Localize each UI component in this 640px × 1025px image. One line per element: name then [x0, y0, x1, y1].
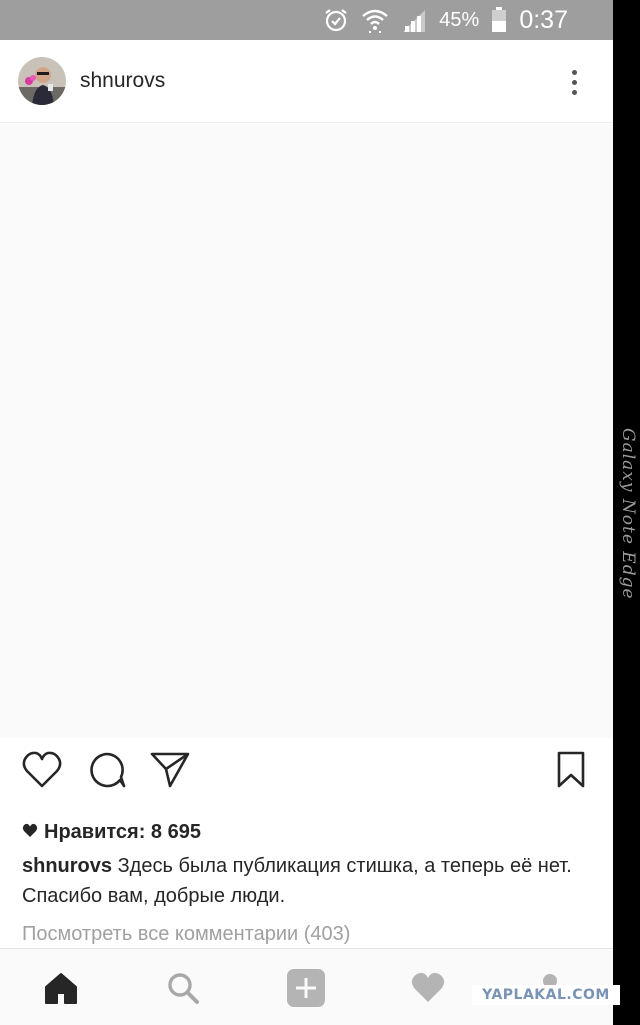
clock: 0:37: [519, 5, 568, 34]
small-heart-icon: [22, 821, 38, 844]
home-icon[interactable]: [38, 965, 84, 1011]
edge-panel-label: Galaxy Note Edge: [618, 428, 638, 600]
bookmark-icon[interactable]: [556, 750, 586, 795]
signal-icon: [401, 8, 427, 32]
avatar[interactable]: [18, 57, 66, 105]
post-caption: shnurovs Здесь была публикация стишка, а…: [22, 851, 592, 911]
caption-username[interactable]: shnurovs: [22, 855, 112, 877]
likes-text: Нравится: 8 695: [44, 821, 201, 843]
battery-percent: 45%: [439, 8, 480, 31]
post-header: shnurovs: [0, 40, 613, 123]
add-post-icon[interactable]: [283, 965, 329, 1011]
dot: [571, 79, 577, 85]
status-bar: 45% 0:37: [0, 0, 613, 40]
post-actions: [0, 750, 613, 798]
wifi-icon: [361, 7, 389, 33]
post-username[interactable]: shnurovs: [80, 69, 165, 93]
likes-count[interactable]: Нравится: 8 695: [22, 821, 201, 844]
watermark: YAPLAKAL.COM: [472, 985, 620, 1005]
dot: [571, 89, 577, 95]
view-all-comments-link[interactable]: Посмотреть все комментарии (403): [22, 923, 350, 946]
like-heart-icon[interactable]: [21, 750, 63, 795]
dot: [571, 69, 577, 75]
comment-icon[interactable]: [87, 750, 127, 795]
search-icon[interactable]: [160, 965, 206, 1011]
alarm-icon: [323, 7, 349, 33]
more-options-button[interactable]: [559, 64, 589, 100]
status-icons: 45% 0:37: [323, 0, 568, 40]
share-send-icon[interactable]: [149, 750, 191, 795]
post-image[interactable]: [0, 124, 613, 738]
activity-heart-icon[interactable]: [405, 965, 451, 1011]
battery-icon: [491, 7, 507, 33]
instagram-app: shnurovs Нравится: 8 695 shnurovs Здесь …: [0, 40, 613, 1025]
